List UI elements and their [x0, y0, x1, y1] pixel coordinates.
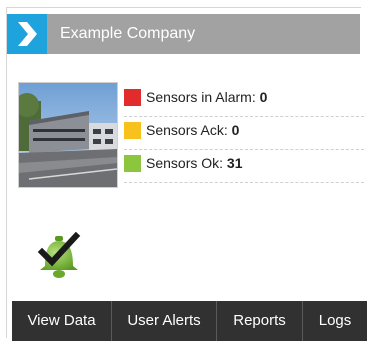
status-value: 0: [259, 89, 268, 105]
bottom-nav: View Data User Alerts Reports Logs: [12, 301, 367, 341]
status-label: Sensors in Alarm:: [146, 89, 256, 105]
status-row-ok: Sensors Ok: 31: [124, 150, 364, 183]
status-row-alarm: Sensors in Alarm: 0: [124, 84, 364, 117]
ok-indicator: [124, 155, 141, 172]
ack-indicator: [124, 122, 141, 139]
status-label: Sensors Ok:: [146, 155, 224, 171]
company-name: Example Company: [60, 25, 196, 42]
sensor-status-list: Sensors in Alarm: 0 Sensors Ack: 0 Senso…: [124, 84, 364, 183]
nav-user-alerts[interactable]: User Alerts: [112, 301, 217, 341]
bell-check-icon: [36, 231, 82, 280]
nav-logs[interactable]: Logs: [303, 301, 367, 341]
chevron-right-icon: [18, 22, 37, 46]
nav-reports[interactable]: Reports: [217, 301, 303, 341]
building-photo: [18, 82, 118, 188]
header-bar: Example Company: [7, 14, 360, 54]
status-row-ack: Sensors Ack: 0: [124, 117, 364, 150]
status-value: 0: [231, 122, 240, 138]
status-value: 31: [226, 155, 243, 171]
status-label: Sensors Ack:: [146, 122, 228, 138]
alarm-indicator: [124, 89, 141, 106]
logo[interactable]: [7, 14, 47, 54]
nav-view-data[interactable]: View Data: [12, 301, 112, 341]
